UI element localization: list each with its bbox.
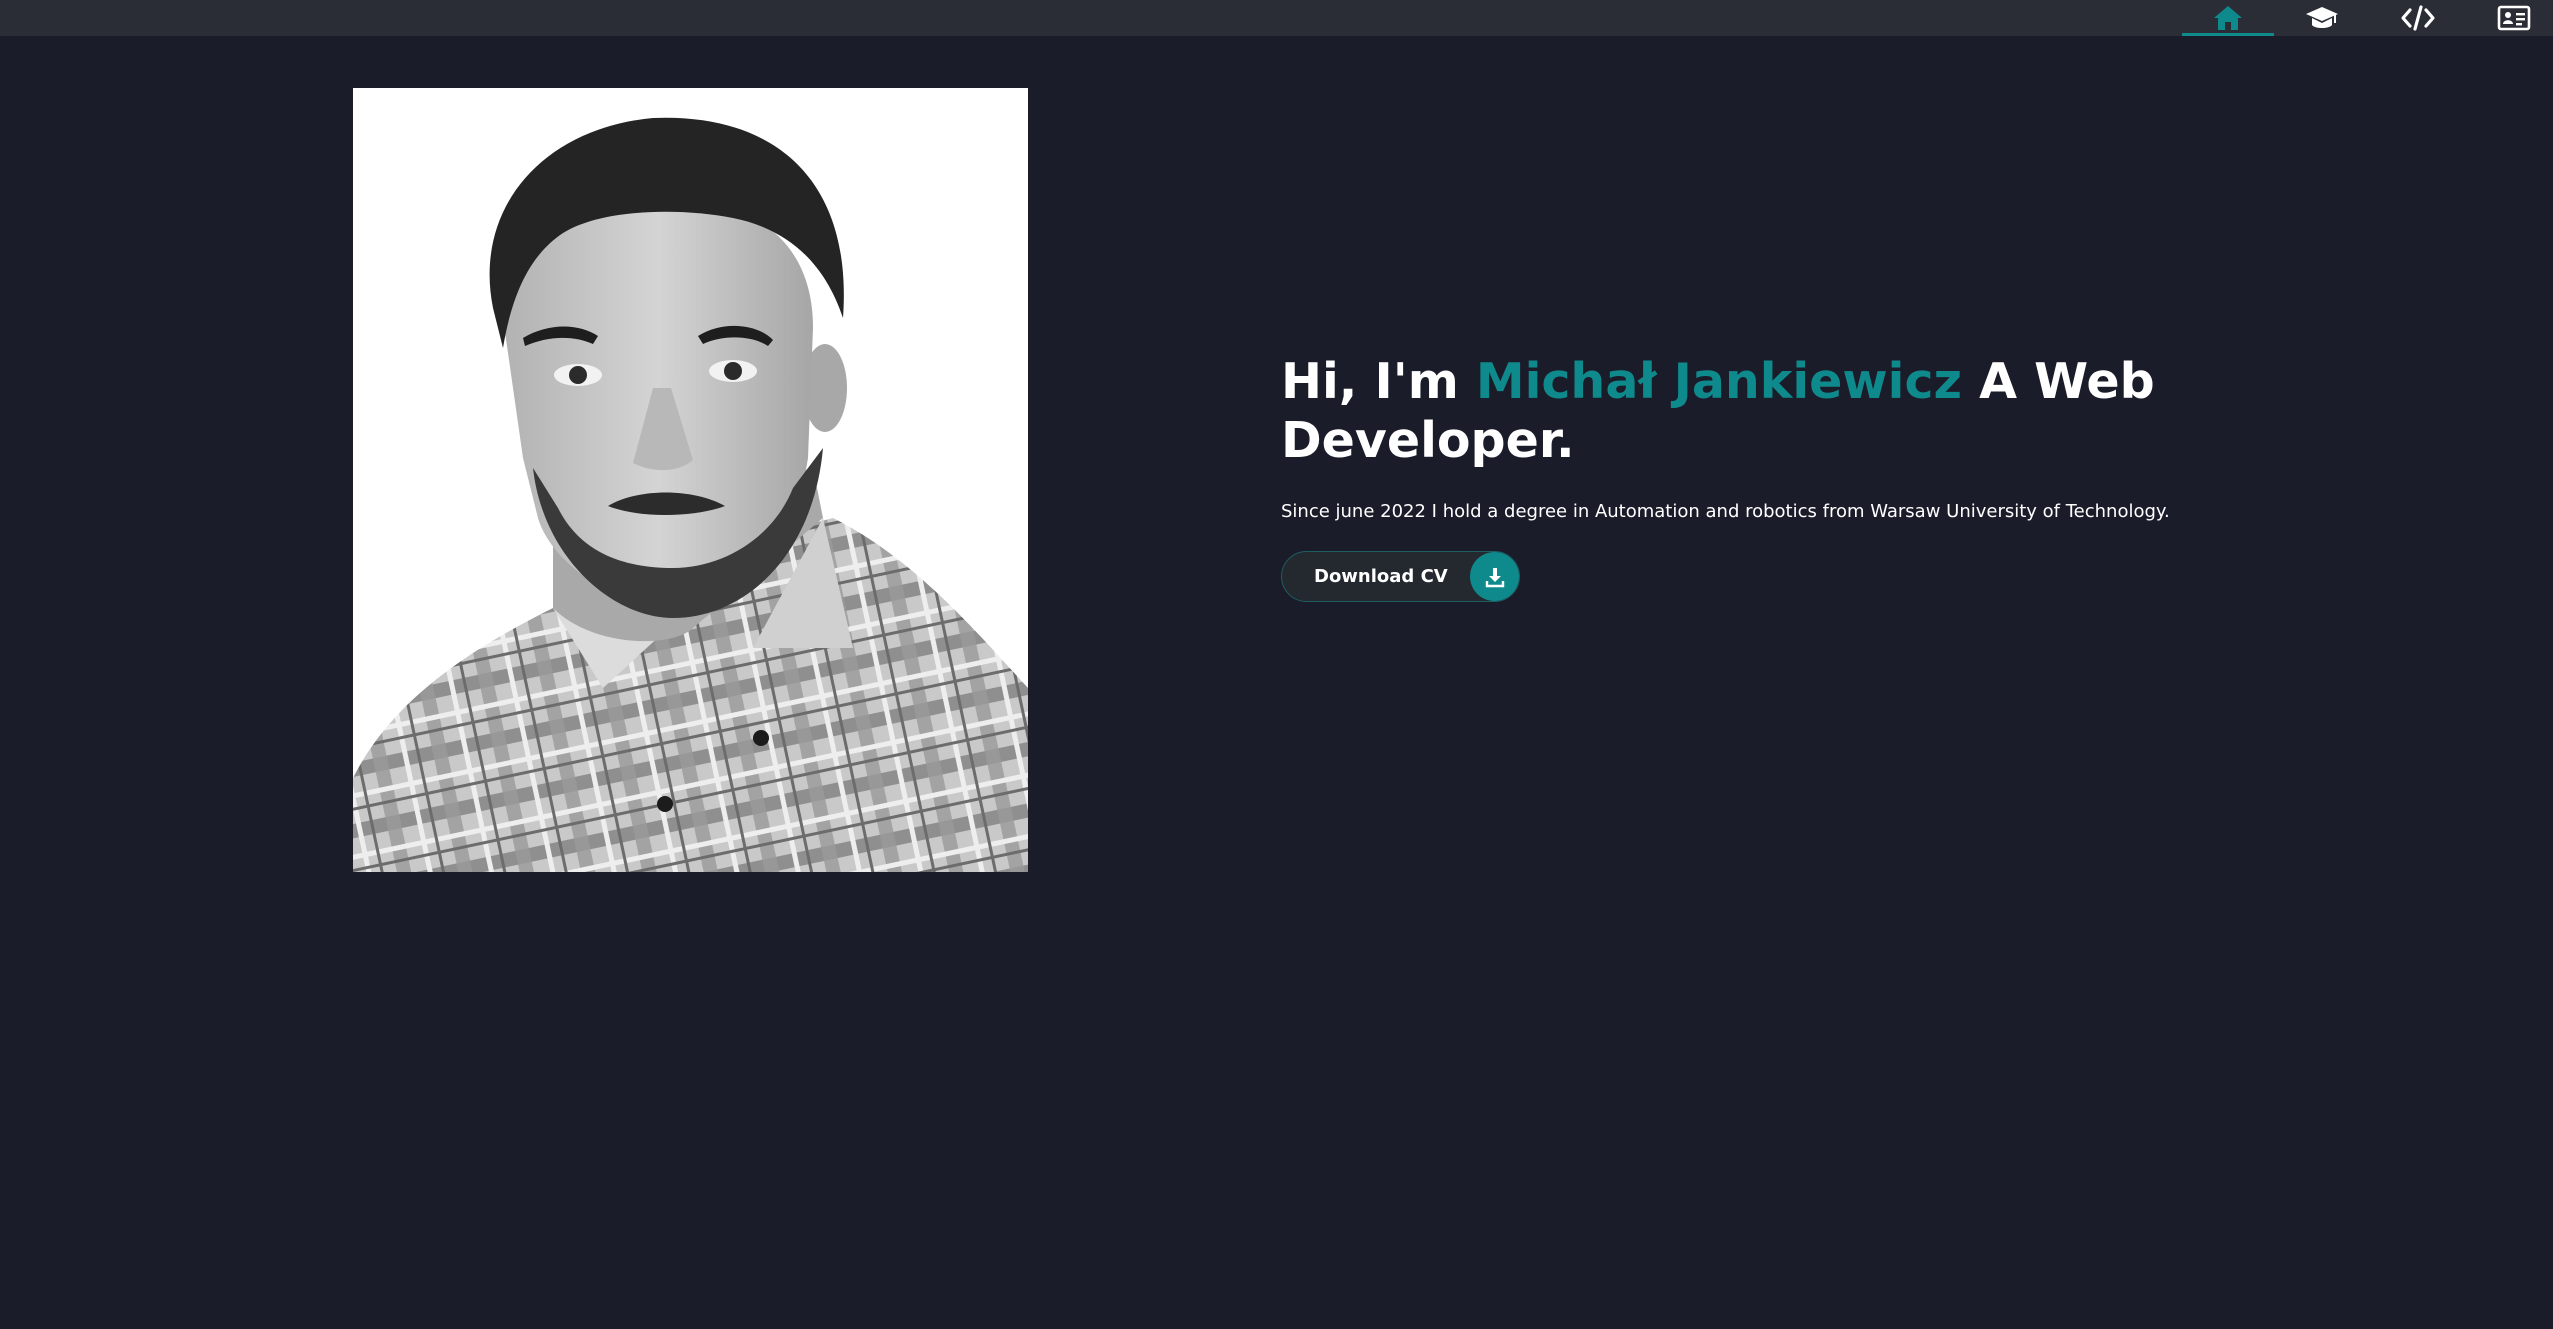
home-icon: [2214, 6, 2242, 30]
download-icon-circle: [1470, 552, 1519, 601]
hero-headline: Hi, I'm Michał Jankiewicz A Web Develope…: [1281, 352, 2281, 470]
nav-contact[interactable]: [2468, 0, 2553, 36]
download-icon: [1485, 567, 1504, 587]
greeting-text: Hi, I'm: [1281, 353, 1476, 410]
nav-projects[interactable]: [2372, 0, 2464, 36]
name-highlight: Michał Jankiewicz: [1475, 353, 1963, 410]
profile-photo: [353, 88, 1028, 872]
download-cv-label: Download CV: [1314, 566, 1448, 587]
portrait-image: [353, 88, 1028, 872]
top-navigation-bar: [0, 0, 2553, 36]
nav-home[interactable]: [2182, 0, 2274, 36]
contact-card-icon: [2497, 5, 2531, 31]
hero-section: Hi, I'm Michał Jankiewicz A Web Develope…: [1281, 352, 2281, 602]
hero-description: Since june 2022 I hold a degree in Autom…: [1281, 501, 2170, 522]
download-cv-button[interactable]: Download CV: [1281, 551, 1520, 602]
graduation-cap-icon: [2306, 7, 2338, 28]
code-icon: [2401, 5, 2435, 31]
nav-education[interactable]: [2276, 0, 2368, 36]
